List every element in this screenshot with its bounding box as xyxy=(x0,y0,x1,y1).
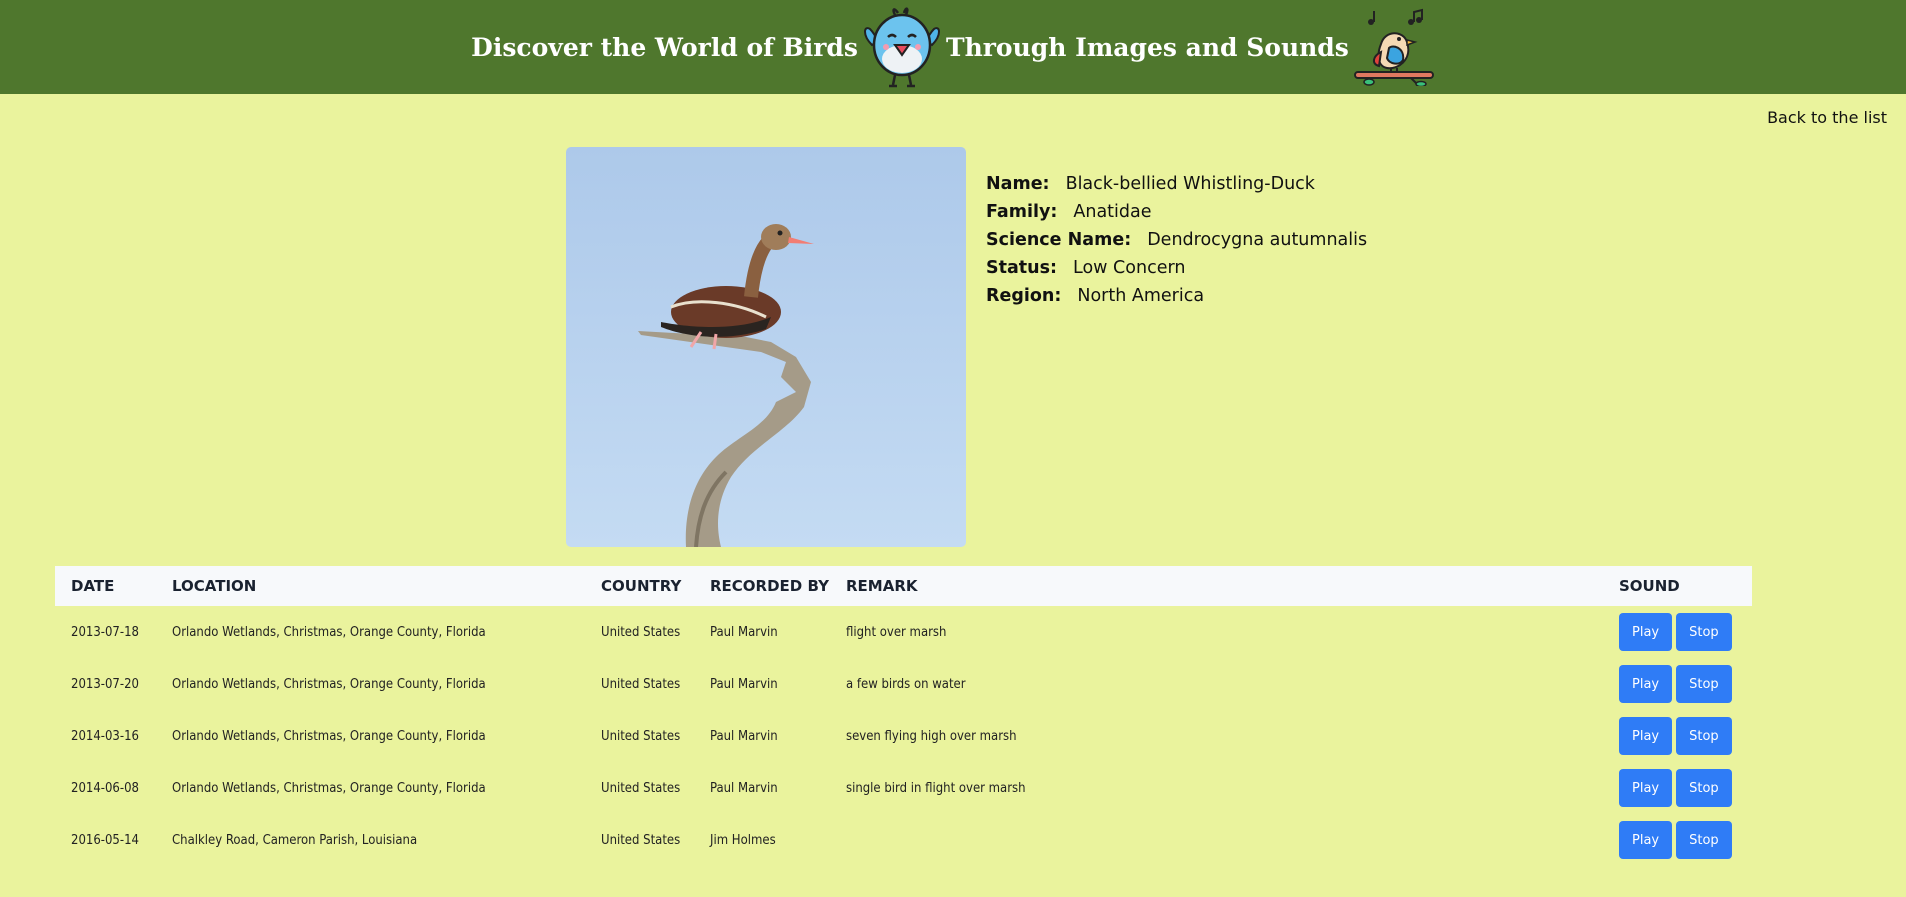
cell-date: 2014-06-08 xyxy=(71,780,139,796)
cell-date: 2013-07-18 xyxy=(71,624,139,640)
info-row-region: Region: North America xyxy=(986,282,1367,310)
info-value-region: North America xyxy=(1077,286,1205,306)
header-sound: SOUND xyxy=(1619,577,1680,595)
cell-recorded-by: Paul Marvin xyxy=(710,624,778,640)
blue-bird-icon xyxy=(863,7,940,88)
cell-remark: a few birds on water xyxy=(846,676,966,692)
header-country: COUNTRY xyxy=(601,577,682,595)
cell-recorded-by: Paul Marvin xyxy=(710,728,778,744)
back-to-list-link[interactable]: Back to the list xyxy=(1767,108,1887,127)
info-label-science-name: Science Name: xyxy=(986,230,1132,250)
cell-recorded-by: Paul Marvin xyxy=(710,676,778,692)
header-location: LOCATION xyxy=(172,577,257,595)
cell-sound: Play Stop xyxy=(1603,606,1752,658)
cell-remark: single bird in flight over marsh xyxy=(846,780,1026,796)
cell-location: Orlando Wetlands, Christmas, Orange Coun… xyxy=(172,780,486,796)
cell-date: 2013-07-20 xyxy=(71,676,139,692)
cell-recorded-by: Paul Marvin xyxy=(710,780,778,796)
cell-recorded-by: Jim Holmes xyxy=(710,832,776,848)
stop-button[interactable]: Stop xyxy=(1676,821,1732,859)
cell-location: Orlando Wetlands, Christmas, Orange Coun… xyxy=(172,676,486,692)
table-row: 2014-03-16 Orlando Wetlands, Christmas, … xyxy=(55,710,1752,762)
header-title-part2: Through Images and Sounds xyxy=(945,32,1349,62)
cell-date: 2014-03-16 xyxy=(71,728,139,744)
cell-country: United States xyxy=(601,676,681,692)
info-value-science-name: Dendrocygna autumnalis xyxy=(1147,230,1368,250)
info-row-status: Status: Low Concern xyxy=(986,254,1367,282)
info-label-family: Family: xyxy=(986,202,1058,222)
cell-remark: seven flying high over marsh xyxy=(846,728,1017,744)
info-label-name: Name: xyxy=(986,174,1050,194)
cell-location: Orlando Wetlands, Christmas, Orange Coun… xyxy=(172,728,486,744)
cell-location: Chalkley Road, Cameron Parish, Louisiana xyxy=(172,832,418,848)
cell-sound: Play Stop xyxy=(1603,814,1752,866)
singing-bird-on-branch-icon xyxy=(1353,8,1434,86)
play-button[interactable]: Play xyxy=(1619,769,1673,807)
header-date: DATE xyxy=(71,577,115,595)
table-row: 2013-07-20 Orlando Wetlands, Christmas, … xyxy=(55,658,1752,710)
play-button[interactable]: Play xyxy=(1619,613,1673,651)
cell-country: United States xyxy=(601,728,681,744)
cell-location: Orlando Wetlands, Christmas, Orange Coun… xyxy=(172,624,486,640)
info-value-name: Black-bellied Whistling-Duck xyxy=(1065,174,1315,194)
info-row-family: Family: Anatidae xyxy=(986,198,1367,226)
cell-remark xyxy=(830,814,1603,866)
cell-sound: Play Stop xyxy=(1603,762,1752,814)
cell-sound: Play Stop xyxy=(1603,658,1752,710)
bird-photo-image xyxy=(566,147,966,547)
stop-button[interactable]: Stop xyxy=(1676,717,1732,755)
site-header: Discover the World of Birds Through Imag… xyxy=(0,0,1906,94)
cell-country: United States xyxy=(601,780,681,796)
table-header-row: DATE LOCATION COUNTRY RECORDED BY REMARK… xyxy=(55,566,1752,606)
cell-sound: Play Stop xyxy=(1603,710,1752,762)
info-value-family: Anatidae xyxy=(1073,202,1152,222)
bird-info: Name: Black-bellied Whistling-Duck Family… xyxy=(986,170,1367,310)
table-row: 2016-05-14 Chalkley Road, Cameron Parish… xyxy=(55,814,1752,866)
cell-date: 2016-05-14 xyxy=(71,832,139,848)
bird-photo xyxy=(566,147,966,547)
stop-button[interactable]: Stop xyxy=(1676,769,1732,807)
play-button[interactable]: Play xyxy=(1619,717,1673,755)
header-title-part1: Discover the World of Birds xyxy=(471,32,858,62)
table-row: 2014-06-08 Orlando Wetlands, Christmas, … xyxy=(55,762,1752,814)
stop-button[interactable]: Stop xyxy=(1676,665,1732,703)
recordings-table-container: DATE LOCATION COUNTRY RECORDED BY REMARK… xyxy=(55,566,1752,866)
info-row-science-name: Science Name: Dendrocygna autumnalis xyxy=(986,226,1367,254)
info-value-status: Low Concern xyxy=(1073,258,1186,278)
info-row-name: Name: Black-bellied Whistling-Duck xyxy=(986,170,1367,198)
play-button[interactable]: Play xyxy=(1619,821,1673,859)
table-row: 2013-07-18 Orlando Wetlands, Christmas, … xyxy=(55,606,1752,658)
stop-button[interactable]: Stop xyxy=(1676,613,1732,651)
info-label-region: Region: xyxy=(986,286,1062,306)
play-button[interactable]: Play xyxy=(1619,665,1673,703)
info-label-status: Status: xyxy=(986,258,1058,278)
cell-country: United States xyxy=(601,832,681,848)
recordings-table: DATE LOCATION COUNTRY RECORDED BY REMARK… xyxy=(55,566,1752,866)
header-recorded-by: RECORDED BY xyxy=(710,577,829,595)
header-remark: REMARK xyxy=(846,577,918,595)
cell-remark: flight over marsh xyxy=(846,624,947,640)
cell-country: United States xyxy=(601,624,681,640)
header-content: Discover the World of Birds Through Imag… xyxy=(471,5,1435,89)
